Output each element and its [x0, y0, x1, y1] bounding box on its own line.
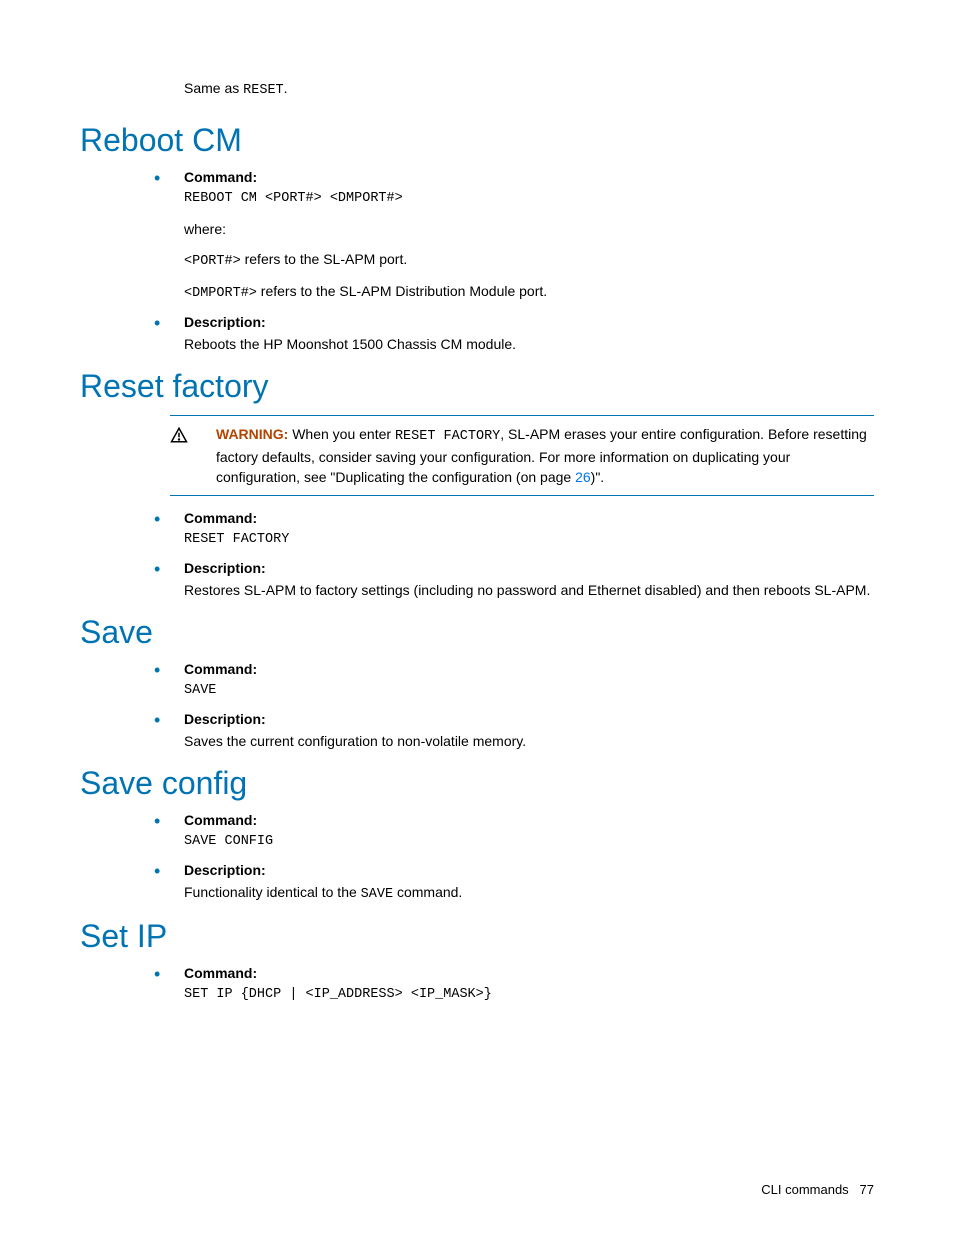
- page-footer: CLI commands 77: [761, 1182, 874, 1197]
- text: Same as: [184, 80, 243, 96]
- list-save: Command: SAVE Description: Saves the cur…: [146, 661, 874, 751]
- intro-text: Same as RESET.: [184, 80, 874, 98]
- text: Functionality identical to the: [184, 884, 361, 900]
- description-label: Description:: [184, 862, 874, 878]
- description-text: Functionality identical to the SAVE comm…: [184, 882, 874, 905]
- dmport-desc: <DMPORT#> refers to the SL-APM Distribut…: [184, 281, 874, 304]
- warning-callout: WARNING: When you enter RESET FACTORY, S…: [170, 415, 874, 496]
- command-label: Command:: [184, 661, 874, 677]
- list-reboot-cm: Command: REBOOT CM <PORT#> <DMPORT#> whe…: [146, 169, 874, 354]
- command-syntax: SAVE: [184, 681, 874, 701]
- text: command.: [393, 884, 462, 900]
- description-text: Saves the current configuration to non-v…: [184, 731, 874, 751]
- heading-set-ip: Set IP: [80, 918, 874, 955]
- code-dmport: <DMPORT#>: [184, 286, 257, 301]
- command-syntax: SAVE CONFIG: [184, 832, 874, 852]
- command-label: Command:: [184, 965, 874, 981]
- description-text: Restores SL-APM to factory settings (inc…: [184, 580, 874, 600]
- document-page: Same as RESET. Reboot CM Command: REBOOT…: [0, 0, 954, 1235]
- code-reset: RESET: [243, 83, 284, 98]
- heading-reset-factory: Reset factory: [80, 368, 874, 405]
- list-set-ip: Command: SET IP {DHCP | <IP_ADDRESS> <IP…: [146, 965, 874, 1005]
- command-label: Command:: [184, 169, 874, 185]
- description-label: Description:: [184, 560, 874, 576]
- text: refers to the SL-APM Distribution Module…: [257, 283, 547, 299]
- list-item: Description: Saves the current configura…: [146, 711, 874, 751]
- command-label: Command:: [184, 812, 874, 828]
- page-number: 77: [860, 1182, 874, 1197]
- command-syntax: SET IP {DHCP | <IP_ADDRESS> <IP_MASK>}: [184, 985, 874, 1005]
- text: refers to the SL-APM port.: [241, 251, 408, 267]
- command-label: Command:: [184, 510, 874, 526]
- heading-save: Save: [80, 614, 874, 651]
- text: )".: [591, 469, 605, 485]
- command-syntax: RESET FACTORY: [184, 530, 874, 550]
- list-item: Description: Reboots the HP Moonshot 150…: [146, 314, 874, 354]
- description-text: Reboots the HP Moonshot 1500 Chassis CM …: [184, 334, 874, 354]
- list-item: Command: SAVE CONFIG: [146, 812, 874, 852]
- warning-icon: [170, 424, 216, 444]
- where-text: where:: [184, 219, 874, 239]
- list-item: Description: Restores SL-APM to factory …: [146, 560, 874, 600]
- warning-label: WARNING:: [216, 426, 288, 442]
- warning-text: WARNING: When you enter RESET FACTORY, S…: [216, 424, 870, 487]
- heading-reboot-cm: Reboot CM: [80, 122, 874, 159]
- heading-save-config: Save config: [80, 765, 874, 802]
- text: When you enter: [288, 426, 395, 442]
- list-save-config: Command: SAVE CONFIG Description: Functi…: [146, 812, 874, 904]
- list-item: Description: Functionality identical to …: [146, 862, 874, 905]
- list-item: Command: RESET FACTORY: [146, 510, 874, 550]
- port-desc: <PORT#> refers to the SL-APM port.: [184, 249, 874, 272]
- command-syntax: REBOOT CM <PORT#> <DMPORT#>: [184, 189, 874, 209]
- text: .: [284, 80, 288, 96]
- description-label: Description:: [184, 314, 874, 330]
- code-reset-factory: RESET FACTORY: [395, 429, 500, 444]
- list-item: Command: SET IP {DHCP | <IP_ADDRESS> <IP…: [146, 965, 874, 1005]
- code-save: SAVE: [361, 887, 393, 902]
- list-item: Command: REBOOT CM <PORT#> <DMPORT#> whe…: [146, 169, 874, 304]
- list-reset-factory: Command: RESET FACTORY Description: Rest…: [146, 510, 874, 600]
- page-link-26[interactable]: 26: [575, 469, 591, 485]
- footer-label: CLI commands: [761, 1182, 848, 1197]
- code-port: <PORT#>: [184, 254, 241, 269]
- description-label: Description:: [184, 711, 874, 727]
- list-item: Command: SAVE: [146, 661, 874, 701]
